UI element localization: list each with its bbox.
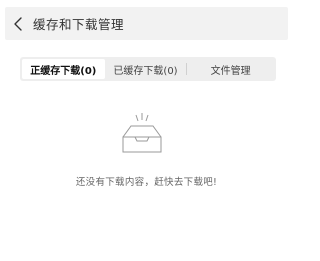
chevron-left-icon <box>13 16 23 31</box>
empty-tray-icon <box>116 111 168 155</box>
empty-state-message: 还没有下载内容，赶快去下载吧! <box>75 177 218 188</box>
tab-downloading-label: 正缓存下载(0) <box>30 65 97 77</box>
tab-downloaded[interactable]: 已缓存下载(0) <box>105 59 187 79</box>
tab-file-management[interactable]: 文件管理 <box>187 59 274 79</box>
back-button[interactable] <box>5 7 31 40</box>
tab-file-management-label: 文件管理 <box>210 65 251 77</box>
tab-downloaded-label: 已缓存下载(0) <box>113 65 178 77</box>
tab-downloading[interactable]: 正缓存下载(0) <box>22 59 105 79</box>
cache-download-page: 缓存和下载管理 正缓存下载(0) 已缓存下载(0) 文件管理 还没有下载内容，赶… <box>0 0 293 261</box>
tab-bar: 正缓存下载(0) 已缓存下载(0) 文件管理 <box>20 57 276 81</box>
top-bar: 缓存和下载管理 <box>5 7 288 40</box>
page-title: 缓存和下载管理 <box>33 17 125 32</box>
